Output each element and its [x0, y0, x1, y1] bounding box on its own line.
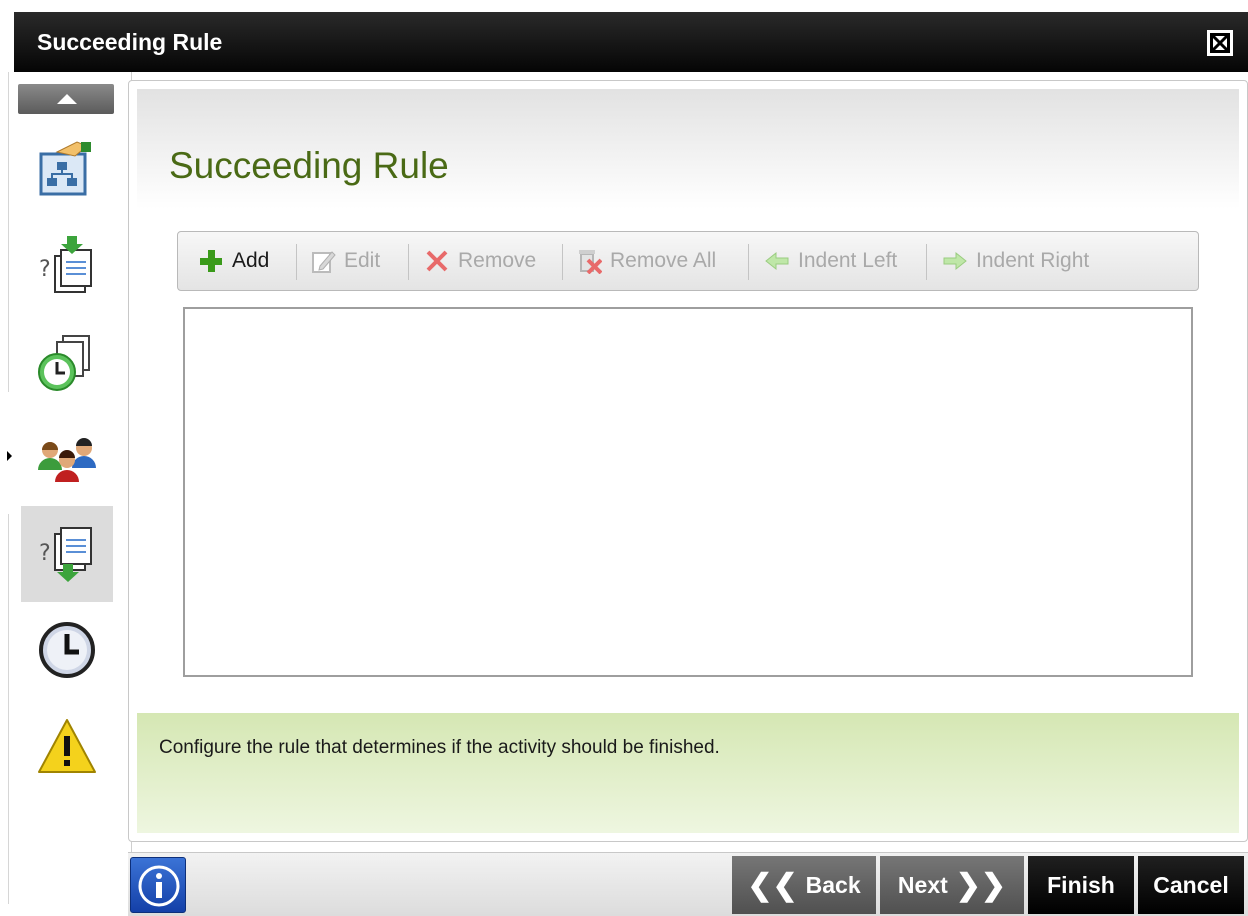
indent-left-button[interactable]: Indent Left — [764, 246, 897, 276]
clock-documents-icon — [38, 335, 90, 391]
main-panel: Succeeding Rule Add Edit Remove Remove A… — [128, 80, 1248, 842]
arrow-up-icon — [57, 94, 77, 104]
remove-label: Remove — [458, 249, 537, 272]
next-button[interactable]: Next ❯❯ — [880, 856, 1024, 914]
chevrons-right-icon: ❯❯ — [955, 868, 1007, 902]
collapse-arrow-icon[interactable] — [7, 451, 12, 461]
remove-all-icon — [579, 250, 602, 274]
remove-button[interactable]: Remove — [424, 246, 536, 276]
participants-icon — [38, 438, 96, 482]
add-button[interactable]: Add — [198, 246, 269, 276]
svg-text:?: ? — [39, 541, 51, 566]
edit-button[interactable]: Edit — [310, 246, 380, 276]
arrow-right-icon — [943, 251, 967, 271]
clock-icon — [39, 622, 95, 678]
edit-label: Edit — [344, 249, 381, 272]
remove-all-button[interactable]: Remove All — [576, 246, 716, 276]
succeeding-rule-icon: ? — [39, 527, 92, 582]
toolbar-separator — [748, 244, 749, 280]
title-bar: Succeeding Rule — [14, 12, 1248, 72]
cancel-label: Cancel — [1153, 871, 1229, 898]
info-icon — [138, 865, 180, 907]
left-divider — [8, 72, 9, 392]
sidebar-item-workflow[interactable] — [21, 122, 113, 218]
toolbar-separator — [408, 244, 409, 280]
toolbar-separator — [296, 244, 297, 280]
heading-area: Succeeding Rule — [137, 89, 1239, 209]
rule-list[interactable] — [183, 307, 1193, 677]
svg-text:?: ? — [39, 257, 51, 282]
sidebar-item-warnings[interactable] — [21, 698, 113, 794]
remove-all-label: Remove All — [610, 249, 717, 272]
description-text: Configure the rule that determines if th… — [159, 737, 720, 758]
page-title: Succeeding Rule — [169, 145, 449, 186]
description-box: Configure the rule that determines if th… — [137, 713, 1239, 833]
footer-bar: ❮❮ Back Next ❯❯ Finish Cancel — [128, 852, 1248, 916]
back-button[interactable]: ❮❮ Back — [732, 856, 876, 914]
rule-toolbar: Add Edit Remove Remove All Indent Left I… — [177, 231, 1199, 291]
preceding-rule-icon: ? — [39, 236, 92, 293]
cancel-button[interactable]: Cancel — [1138, 856, 1244, 914]
sidebar-item-schedule[interactable] — [21, 602, 113, 698]
close-button[interactable] — [1207, 30, 1233, 56]
add-label: Add — [232, 249, 270, 272]
toolbar-separator — [926, 244, 927, 280]
finish-button[interactable]: Finish — [1028, 856, 1134, 914]
step-sidebar: ? ? — [16, 72, 132, 904]
sidebar-item-deadline[interactable] — [21, 314, 113, 410]
workflow-hand-icon — [39, 141, 91, 196]
indent-right-button[interactable]: Indent Right — [942, 246, 1089, 276]
sidebar-item-participants[interactable] — [21, 410, 113, 506]
indent-left-label: Indent Left — [798, 249, 898, 272]
add-icon — [200, 250, 222, 272]
warning-icon — [38, 719, 96, 773]
scroll-up-button[interactable] — [18, 84, 114, 114]
edit-icon — [312, 251, 336, 273]
chevrons-left-icon: ❮❮ — [747, 868, 798, 902]
left-divider — [8, 514, 9, 904]
back-label: Back — [805, 871, 861, 898]
sidebar-item-preceding-rule[interactable]: ? — [21, 218, 113, 314]
close-icon — [1210, 33, 1230, 53]
finish-label: Finish — [1047, 871, 1115, 898]
sidebar-item-succeeding-rule[interactable]: ? — [21, 506, 113, 602]
info-button[interactable] — [130, 857, 186, 913]
toolbar-separator — [562, 244, 563, 280]
arrow-left-icon — [765, 251, 789, 271]
indent-right-label: Indent Right — [976, 249, 1090, 272]
window-title: Succeeding Rule — [37, 29, 223, 55]
remove-icon — [426, 250, 448, 272]
next-label: Next — [897, 871, 948, 898]
